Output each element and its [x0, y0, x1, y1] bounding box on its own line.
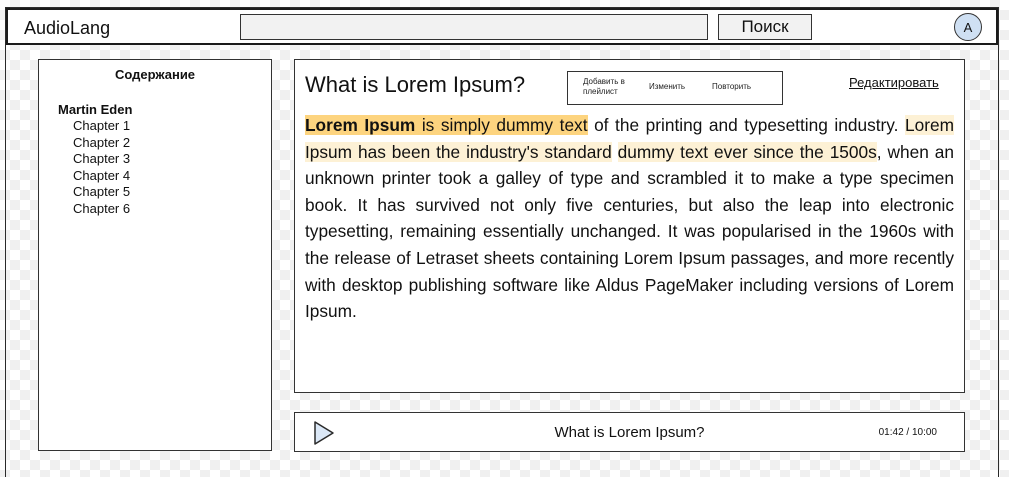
- text-segment[interactable]: , when an unknown printer took a galley …: [305, 142, 954, 322]
- app-title: AudioLang: [24, 18, 111, 38]
- repeat-button[interactable]: Повторить: [712, 82, 751, 92]
- article-title: What is Lorem Ipsum?: [305, 72, 526, 97]
- toc-chapter-item[interactable]: Chapter 3: [73, 151, 130, 168]
- toc-heading: Содержание: [114, 67, 196, 82]
- search-button[interactable]: Поиск: [718, 14, 812, 40]
- avatar[interactable]: A: [954, 13, 982, 41]
- toc-chapter-list: Chapter 1 Chapter 2 Chapter 3 Chapter 4 …: [73, 118, 130, 217]
- toc-chapter-item[interactable]: Chapter 6: [73, 201, 130, 218]
- text-segment[interactable]: of the printing and typesetting industry…: [588, 115, 906, 135]
- play-icon[interactable]: [313, 420, 335, 446]
- toc-chapter-item[interactable]: Chapter 4: [73, 168, 130, 185]
- text-segment[interactable]: [612, 142, 618, 162]
- toc-chapter-item[interactable]: Chapter 1: [73, 118, 130, 135]
- table-of-contents: Содержание Martin Eden Chapter 1 Chapter…: [38, 59, 272, 451]
- text-actions-toolbar: Добавить в плейлист Изменить Повторить: [567, 71, 783, 105]
- toc-chapter-item[interactable]: Chapter 5: [73, 184, 130, 201]
- toc-book-title[interactable]: Martin Eden: [58, 102, 132, 117]
- track-time: 01:42 / 10:00: [878, 427, 937, 438]
- toc-chapter-item[interactable]: Chapter 2: [73, 135, 130, 152]
- text-segment[interactable]: is simply dummy text: [415, 115, 588, 135]
- article-text[interactable]: Lorem Ipsum is simply dummy text of the …: [305, 112, 954, 325]
- track-title: What is Lorem Ipsum?: [554, 424, 705, 441]
- reader-panel: What is Lorem Ipsum? Добавить в плейлист…: [294, 59, 965, 393]
- text-segment[interactable]: dummy text ever since the 1500s: [617, 141, 877, 162]
- audio-player: What is Lorem Ipsum? 01:42 / 10:00: [294, 412, 965, 452]
- top-bar: AudioLang Поиск A: [6, 8, 998, 45]
- add-to-playlist-button[interactable]: Добавить в плейлист: [583, 77, 635, 97]
- change-button[interactable]: Изменить: [649, 82, 685, 92]
- search-input[interactable]: [240, 14, 708, 40]
- edit-link[interactable]: Редактировать: [849, 75, 939, 90]
- text-segment[interactable]: Lorem Ipsum: [305, 115, 416, 135]
